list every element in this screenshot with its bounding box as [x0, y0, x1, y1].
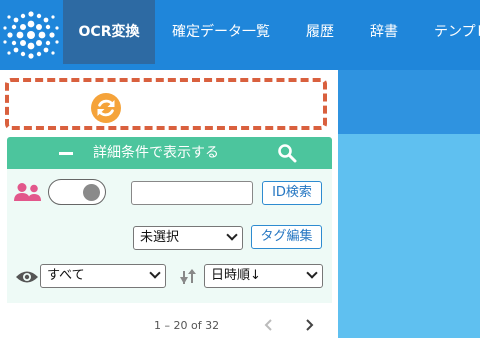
users-icon: [14, 183, 41, 201]
eye-icon: [16, 271, 38, 283]
visibility-select-value: すべて: [47, 268, 85, 283]
nav-item-template[interactable]: テンプレ: [434, 0, 480, 64]
visibility-select[interactable]: すべて: [40, 264, 166, 288]
tag-edit-button[interactable]: タグ編集: [251, 225, 322, 249]
refresh-area: [5, 78, 327, 130]
nav-item-history[interactable]: 履歴: [306, 0, 334, 64]
right-content-pane: [338, 134, 480, 338]
mine-only-toggle[interactable]: [48, 179, 106, 205]
tag-select[interactable]: 未選択: [133, 226, 243, 250]
collapse-icon: [59, 152, 73, 155]
search-icon[interactable]: [277, 143, 297, 163]
chevron-left-icon[interactable]: [262, 318, 276, 332]
id-search-input[interactable]: [131, 181, 253, 205]
pagination-range: 1 – 20 of 32: [154, 319, 220, 332]
sort-select-value: 日時順↓: [211, 268, 261, 283]
sort-select[interactable]: 日時順↓: [204, 264, 323, 288]
logo-icon: [3, 11, 59, 59]
chevron-down-icon: [149, 267, 161, 279]
right-header-band: [338, 70, 480, 134]
tag-select-value: 未選択: [140, 230, 180, 245]
nav-item-ocr[interactable]: OCR変換: [63, 0, 155, 64]
sort-icon: [180, 269, 196, 284]
top-nav: OCR変換 確定データ一覧 履歴 辞書 テンプレ: [0, 0, 480, 70]
id-search-button[interactable]: ID検索: [262, 181, 322, 205]
chevron-right-icon[interactable]: [302, 318, 316, 332]
logo[interactable]: [0, 0, 62, 70]
nav-item-dictionary[interactable]: 辞書: [370, 0, 398, 64]
toggle-knob: [83, 184, 100, 201]
left-panel: 詳細条件で表示する ID検索 未選択 タグ編集 すべて 日時順↓ 1 – 20 …: [0, 70, 338, 338]
filter-panel: ID検索 未選択 タグ編集 すべて 日時順↓: [7, 169, 332, 303]
filter-toggle-bar[interactable]: 詳細条件で表示する: [7, 137, 332, 169]
chevron-down-icon: [306, 267, 318, 279]
chevron-down-icon: [226, 229, 238, 241]
filter-bar-title: 詳細条件で表示する: [93, 145, 219, 161]
nav-item-confirmed-data[interactable]: 確定データ一覧: [172, 0, 270, 64]
refresh-icon: [97, 99, 115, 117]
refresh-button[interactable]: [91, 93, 121, 123]
